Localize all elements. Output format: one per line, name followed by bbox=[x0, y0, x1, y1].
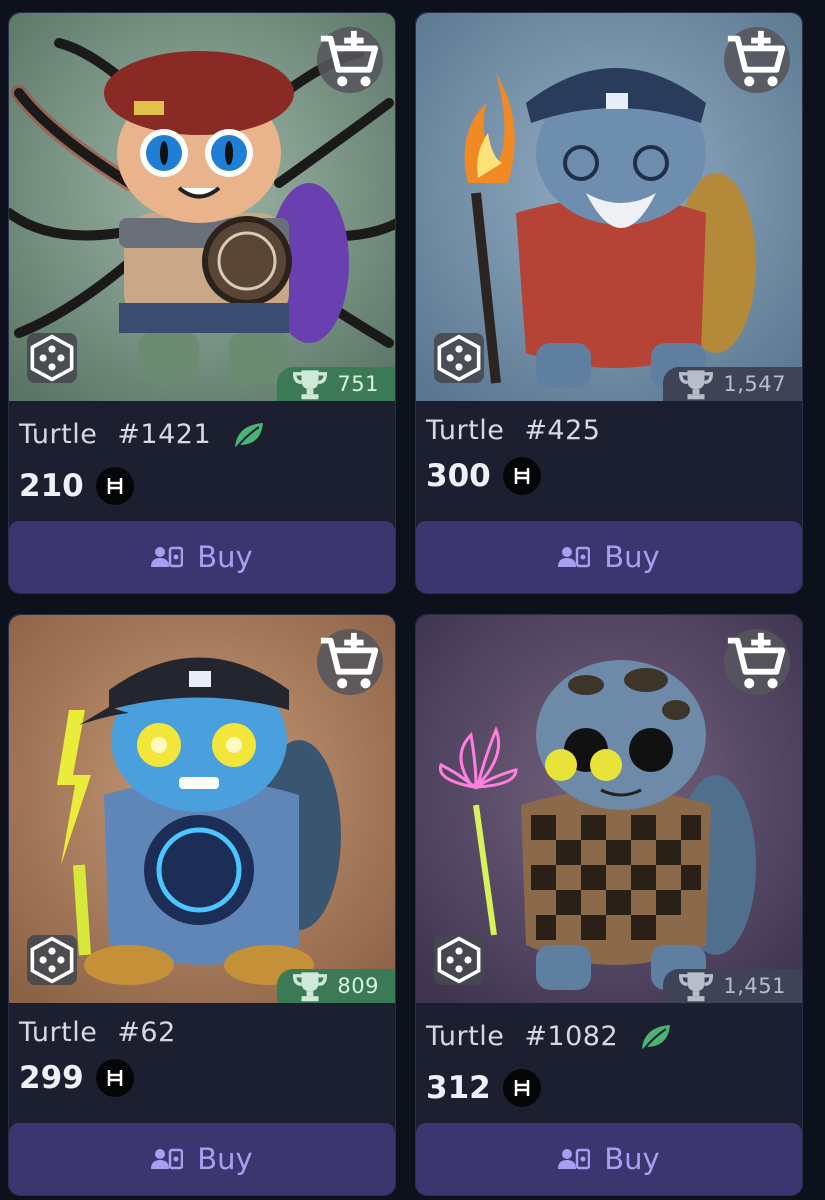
rank-value: 809 bbox=[337, 974, 379, 998]
buy-button[interactable]: Buy bbox=[9, 1123, 395, 1195]
nft-number: #1421 bbox=[117, 419, 212, 450]
add-to-cart-button[interactable] bbox=[317, 629, 383, 695]
nft-name-prefix: Turtle bbox=[19, 1017, 98, 1048]
add-to-cart-icon bbox=[727, 30, 786, 87]
nft-title: Turtle #425 bbox=[426, 415, 600, 446]
collection-badge[interactable] bbox=[434, 935, 484, 985]
nft-card[interactable]: 809 Turtle #62 299 Buy bbox=[8, 614, 396, 1196]
buy-user-icon bbox=[558, 546, 591, 568]
trophy-icon bbox=[293, 370, 328, 400]
cube-icon bbox=[30, 936, 74, 984]
nft-name-prefix: Turtle bbox=[426, 415, 505, 446]
nft-grid: 751 Turtle #1421 210 Buy 1,547 Turtle #4… bbox=[0, 0, 825, 1200]
rank-badge: 751 bbox=[277, 367, 395, 401]
rank-value: 1,451 bbox=[723, 974, 786, 998]
cube-icon bbox=[30, 334, 74, 382]
rank-badge: 1,547 bbox=[663, 367, 802, 401]
rank-badge: 1,451 bbox=[663, 969, 802, 1003]
nft-number: #425 bbox=[524, 415, 601, 446]
add-to-cart-icon bbox=[727, 632, 786, 689]
price-value: 300 bbox=[426, 458, 491, 494]
collection-badge[interactable] bbox=[27, 935, 77, 985]
trophy-icon bbox=[679, 972, 714, 1002]
add-to-cart-button[interactable] bbox=[724, 629, 790, 695]
nft-name-prefix: Turtle bbox=[19, 419, 98, 450]
eco-badge bbox=[233, 421, 265, 449]
add-to-cart-button[interactable] bbox=[724, 27, 790, 93]
trophy-icon bbox=[293, 972, 328, 1002]
rank-value: 1,547 bbox=[723, 372, 786, 396]
buy-user-icon bbox=[558, 1148, 591, 1170]
nft-name-prefix: Turtle bbox=[426, 1021, 505, 1052]
nft-card[interactable]: 1,547 Turtle #425 300 Buy bbox=[415, 12, 803, 594]
nft-title: Turtle #1082 bbox=[426, 1021, 672, 1052]
nft-card[interactable]: 751 Turtle #1421 210 Buy bbox=[8, 12, 396, 594]
add-to-cart-button[interactable] bbox=[317, 27, 383, 93]
nft-number: #62 bbox=[117, 1017, 176, 1048]
rank-value: 751 bbox=[337, 372, 379, 396]
buy-user-icon bbox=[151, 1148, 184, 1170]
leaf-icon bbox=[642, 1024, 671, 1050]
cube-icon bbox=[437, 936, 481, 984]
buy-label: Buy bbox=[604, 540, 660, 574]
hbar-icon bbox=[95, 467, 134, 505]
add-to-cart-icon bbox=[320, 30, 379, 87]
eco-badge bbox=[640, 1023, 672, 1051]
hbar-icon bbox=[502, 1069, 541, 1107]
buy-button[interactable]: Buy bbox=[9, 521, 395, 593]
price-row: 299 bbox=[19, 1059, 134, 1097]
buy-user-icon bbox=[151, 546, 184, 568]
price-row: 312 bbox=[426, 1069, 541, 1107]
nft-number: #1082 bbox=[524, 1021, 619, 1052]
nft-card[interactable]: 1,451 Turtle #1082 312 Buy bbox=[415, 614, 803, 1196]
hbar-icon bbox=[95, 1059, 134, 1097]
nft-artwork[interactable]: 751 bbox=[9, 13, 395, 401]
leaf-icon bbox=[235, 422, 264, 448]
nft-artwork[interactable]: 1,451 bbox=[416, 615, 802, 1003]
buy-label: Buy bbox=[197, 1142, 253, 1176]
hbar-icon bbox=[502, 457, 541, 495]
nft-artwork[interactable]: 1,547 bbox=[416, 13, 802, 401]
collection-badge[interactable] bbox=[434, 333, 484, 383]
price-row: 210 bbox=[19, 467, 134, 505]
rank-badge: 809 bbox=[277, 969, 395, 1003]
price-row: 300 bbox=[426, 457, 541, 495]
trophy-icon bbox=[679, 370, 714, 400]
collection-badge[interactable] bbox=[27, 333, 77, 383]
price-value: 312 bbox=[426, 1070, 491, 1106]
buy-label: Buy bbox=[197, 540, 253, 574]
nft-title: Turtle #62 bbox=[19, 1017, 176, 1048]
add-to-cart-icon bbox=[320, 632, 379, 689]
price-value: 299 bbox=[19, 1060, 84, 1096]
buy-label: Buy bbox=[604, 1142, 660, 1176]
buy-button[interactable]: Buy bbox=[416, 1123, 802, 1195]
nft-artwork[interactable]: 809 bbox=[9, 615, 395, 1003]
price-value: 210 bbox=[19, 468, 84, 504]
buy-button[interactable]: Buy bbox=[416, 521, 802, 593]
nft-title: Turtle #1421 bbox=[19, 419, 265, 450]
cube-icon bbox=[437, 334, 481, 382]
